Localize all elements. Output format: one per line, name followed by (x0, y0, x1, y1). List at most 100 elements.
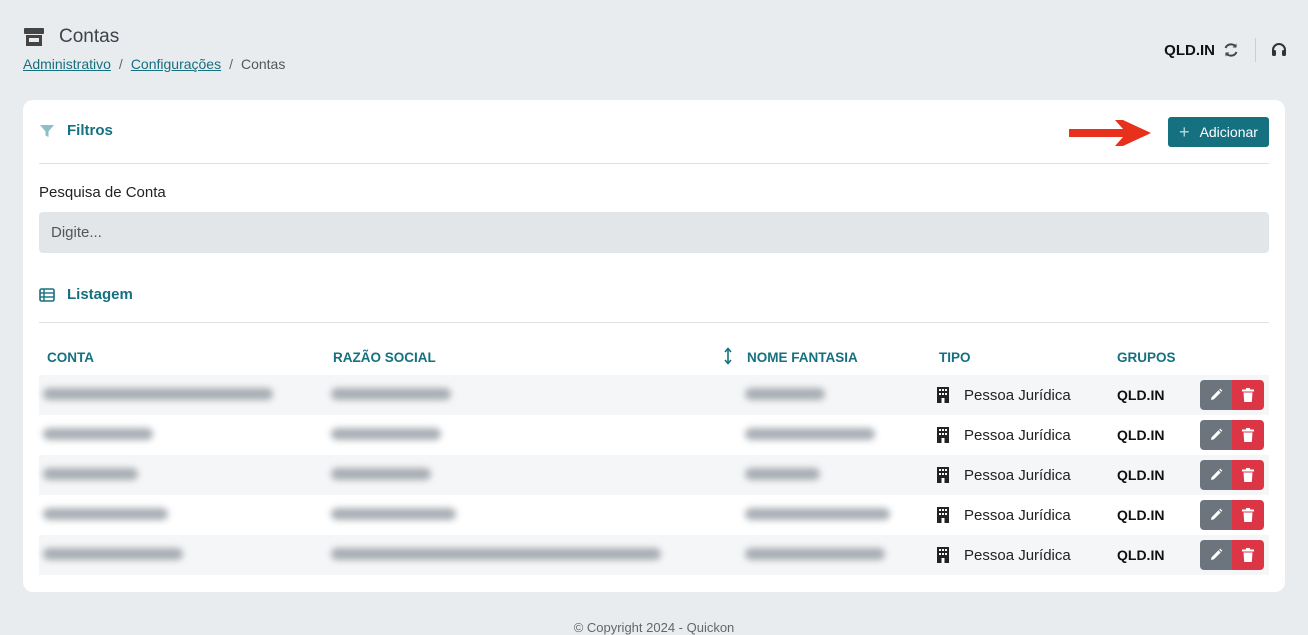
support-icon[interactable] (1270, 41, 1288, 59)
pencil-icon (1211, 388, 1223, 400)
breadcrumb-current: Contas (240, 56, 286, 72)
listing-heading: Listagem (67, 286, 133, 303)
trash-icon (1242, 508, 1254, 522)
tipo-cell: Pessoa Jurídica (936, 415, 1071, 455)
redacted-razao-social (331, 508, 456, 520)
table-row: Pessoa Jurídica QLD.IN (39, 415, 1269, 455)
redacted-nome-fantasia (745, 468, 820, 480)
arrow-pointer (1069, 120, 1151, 146)
accounts-card: Filtros + Adicionar Pesquisa de Conta Li… (23, 100, 1285, 592)
filter-icon (39, 124, 55, 138)
redacted-conta (43, 468, 138, 480)
row-actions (1200, 500, 1264, 530)
row-actions (1200, 420, 1264, 450)
table-header: CONTA RAZÃO SOCIAL NOME FANTASIA TIPO GR… (39, 344, 1269, 375)
breadcrumb: Administrativo / Configurações / Contas (23, 56, 285, 72)
column-grupos[interactable]: GRUPOS (1117, 350, 1176, 365)
redacted-razao-social (331, 388, 451, 400)
building-icon (937, 507, 949, 523)
tipo-value: Pessoa Jurídica (964, 426, 1071, 444)
delete-button[interactable] (1232, 540, 1264, 570)
row-actions (1200, 380, 1264, 410)
tipo-value: Pessoa Jurídica (964, 506, 1071, 524)
sort-icon[interactable] (722, 347, 734, 365)
pencil-icon (1211, 548, 1223, 560)
redacted-nome-fantasia (745, 548, 885, 560)
tipo-value: Pessoa Jurídica (964, 466, 1071, 484)
redacted-nome-fantasia (745, 428, 875, 440)
redacted-conta (43, 548, 183, 560)
edit-button[interactable] (1200, 460, 1232, 490)
tipo-cell: Pessoa Jurídica (936, 375, 1071, 415)
divider (39, 322, 1269, 323)
edit-button[interactable] (1200, 500, 1232, 530)
edit-button[interactable] (1200, 540, 1232, 570)
building-icon (937, 427, 949, 443)
list-icon (39, 287, 55, 302)
grupo-value: QLD.IN (1117, 507, 1165, 523)
toolbar-divider (1255, 38, 1256, 62)
row-actions (1200, 460, 1264, 490)
pencil-icon (1211, 508, 1223, 520)
table-body: Pessoa Jurídica QLD.IN Pessoa Jurídica Q… (39, 375, 1269, 575)
tipo-cell: Pessoa Jurídica (936, 455, 1071, 495)
delete-button[interactable] (1232, 460, 1264, 490)
filters-heading: Filtros (67, 122, 113, 139)
grupo-value: QLD.IN (1117, 427, 1165, 443)
trash-icon (1242, 428, 1254, 442)
plus-icon: + (1179, 122, 1190, 142)
redacted-nome-fantasia (745, 388, 825, 400)
column-conta[interactable]: CONTA (47, 350, 94, 365)
grupo-value: QLD.IN (1117, 467, 1165, 483)
delete-button[interactable] (1232, 420, 1264, 450)
organization-name: QLD.IN (1164, 41, 1215, 59)
redacted-razao-social (331, 468, 431, 480)
add-button[interactable]: + Adicionar (1168, 117, 1269, 147)
table-row: Pessoa Jurídica QLD.IN (39, 375, 1269, 415)
store-icon (23, 27, 45, 47)
table-row: Pessoa Jurídica QLD.IN (39, 535, 1269, 575)
edit-button[interactable] (1200, 380, 1232, 410)
page-header: Contas Administrativo / Configurações / … (23, 26, 285, 72)
add-button-label: Adicionar (1199, 124, 1258, 140)
top-right-toolbar: QLD.IN (1164, 38, 1288, 62)
tipo-cell: Pessoa Jurídica (936, 535, 1071, 575)
trash-icon (1242, 468, 1254, 482)
redacted-razao-social (331, 428, 441, 440)
divider (39, 163, 1269, 164)
refresh-icon[interactable] (1223, 42, 1239, 58)
column-razao-social[interactable]: RAZÃO SOCIAL (333, 350, 436, 365)
grupo-value: QLD.IN (1117, 547, 1165, 563)
tipo-value: Pessoa Jurídica (964, 546, 1071, 564)
footer-copyright: © Copyright 2024 - Quickon (573, 620, 735, 635)
delete-button[interactable] (1232, 500, 1264, 530)
breadcrumb-configuracoes[interactable]: Configurações (131, 56, 221, 72)
search-label: Pesquisa de Conta (39, 184, 166, 201)
filters-header[interactable]: Filtros (39, 122, 113, 139)
table-row: Pessoa Jurídica QLD.IN (39, 455, 1269, 495)
building-icon (937, 467, 949, 483)
search-input[interactable] (39, 212, 1269, 253)
redacted-conta (43, 388, 273, 400)
pencil-icon (1211, 468, 1223, 480)
redacted-nome-fantasia (745, 508, 890, 520)
column-tipo[interactable]: TIPO (939, 350, 971, 365)
tipo-value: Pessoa Jurídica (964, 386, 1071, 404)
breadcrumb-separator: / (118, 56, 123, 72)
table-row: Pessoa Jurídica QLD.IN (39, 495, 1269, 535)
listing-header: Listagem (39, 286, 133, 303)
page-title: Contas (59, 26, 120, 47)
column-nome-fantasia[interactable]: NOME FANTASIA (747, 350, 858, 365)
building-icon (937, 387, 949, 403)
tipo-cell: Pessoa Jurídica (936, 495, 1071, 535)
trash-icon (1242, 548, 1254, 562)
breadcrumb-separator: / (229, 56, 233, 72)
delete-button[interactable] (1232, 380, 1264, 410)
row-actions (1200, 540, 1264, 570)
trash-icon (1242, 388, 1254, 402)
pencil-icon (1211, 428, 1223, 440)
breadcrumb-administrativo[interactable]: Administrativo (23, 56, 111, 72)
edit-button[interactable] (1200, 420, 1232, 450)
accounts-table: CONTA RAZÃO SOCIAL NOME FANTASIA TIPO GR… (39, 344, 1269, 575)
grupo-value: QLD.IN (1117, 387, 1165, 403)
